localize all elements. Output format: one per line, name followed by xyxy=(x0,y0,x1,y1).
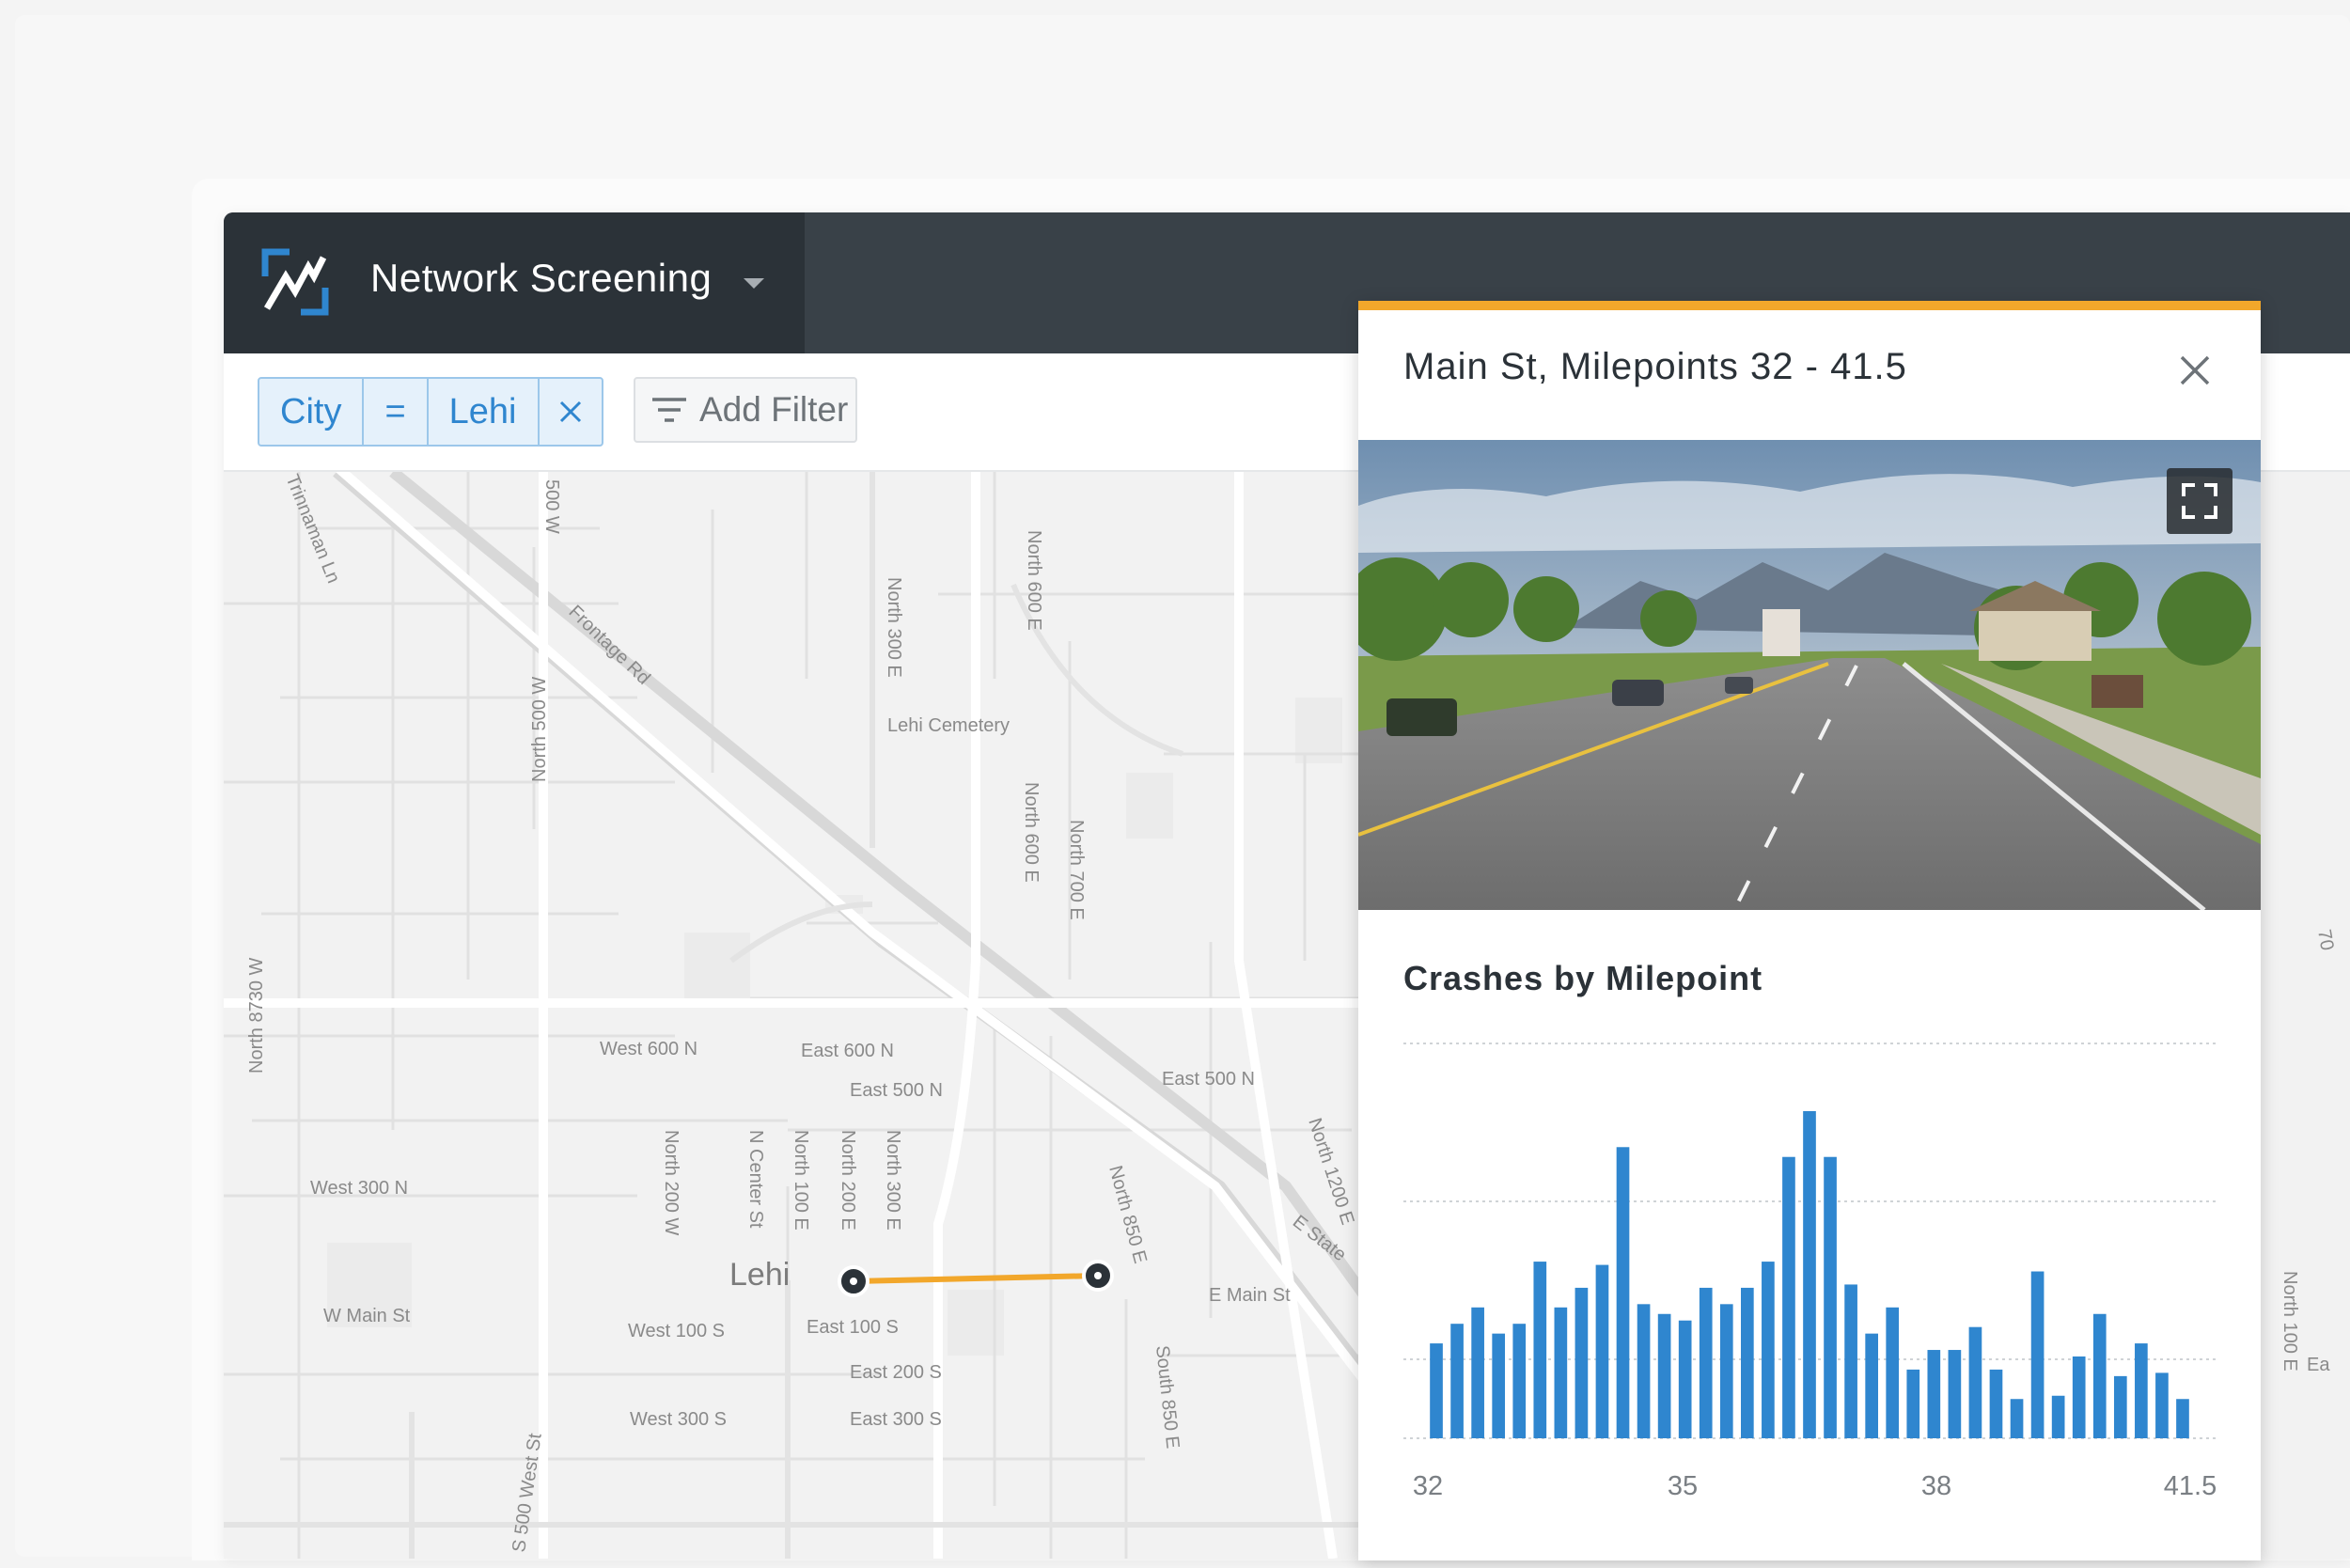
close-icon[interactable] xyxy=(2178,353,2212,387)
chart-bar[interactable] xyxy=(1906,1369,1920,1438)
street-label: East 500 N xyxy=(1162,1069,1255,1090)
chart-bar[interactable] xyxy=(2113,1375,2127,1438)
remove-filter-button[interactable] xyxy=(540,379,602,445)
chart-bar[interactable] xyxy=(2135,1343,2148,1438)
chart-bar[interactable] xyxy=(1512,1324,1527,1438)
chart-bar[interactable] xyxy=(1471,1307,1484,1438)
street-label: North 8730 W xyxy=(246,957,267,1074)
filter-icon xyxy=(652,398,686,422)
chart-bar[interactable] xyxy=(1968,1326,1982,1438)
street-label: 500 W xyxy=(541,479,562,534)
app-switcher[interactable]: Network Screening xyxy=(224,212,805,353)
street-label: North 100 E xyxy=(2280,1271,2300,1372)
street-label: East 500 N xyxy=(850,1080,943,1101)
chart-bar[interactable] xyxy=(1657,1313,1671,1438)
x-tick-label: 35 xyxy=(1668,1471,1698,1501)
chart-bar[interactable] xyxy=(1844,1284,1857,1438)
street-label: North 100 E xyxy=(791,1130,811,1231)
filter-field[interactable]: City xyxy=(259,379,365,445)
x-tick-label: 41.5 xyxy=(2164,1471,2217,1501)
filter-operator[interactable]: = xyxy=(364,379,429,445)
street-label: North 600 E xyxy=(1024,530,1044,631)
street-label: North 200 E xyxy=(838,1130,858,1231)
add-filter-label: Add Filter xyxy=(699,390,849,429)
map-place-label: Lehi xyxy=(729,1257,790,1293)
chart-bar[interactable] xyxy=(2010,1399,2024,1438)
panel-accent-bar xyxy=(1358,301,2261,310)
chart-bar[interactable] xyxy=(1782,1156,1795,1438)
street-label: East 100 S xyxy=(807,1317,899,1338)
chart-bar[interactable] xyxy=(2072,1356,2086,1438)
trend-chart-logo-icon xyxy=(261,248,329,316)
street-label: East 600 N xyxy=(801,1041,894,1061)
street-label: North 300 E xyxy=(883,1130,903,1231)
close-icon xyxy=(559,400,581,423)
street-label: West 100 S xyxy=(628,1321,725,1341)
chart-bar[interactable] xyxy=(1554,1307,1568,1438)
chart-bar[interactable] xyxy=(1989,1369,2003,1438)
chart-bar[interactable] xyxy=(2176,1399,2189,1438)
street-label: East 300 S xyxy=(850,1409,942,1430)
street-label: East 200 S xyxy=(850,1362,942,1383)
street-label: North 700 E xyxy=(1066,820,1087,920)
chart-title: Crashes by Milepoint xyxy=(1403,959,1763,997)
street-label: North 1200 E xyxy=(1304,1116,1357,1228)
chart-bar[interactable] xyxy=(1824,1156,1837,1438)
street-label: E Main St xyxy=(1209,1285,1291,1306)
chart-bar[interactable] xyxy=(1492,1333,1506,1438)
chart-bar[interactable] xyxy=(1574,1287,1589,1438)
chart-bar[interactable] xyxy=(2155,1372,2169,1438)
street-label: North 300 E xyxy=(884,577,904,678)
fullscreen-icon xyxy=(2182,483,2217,519)
chart-bar[interactable] xyxy=(1719,1304,1733,1438)
minor-streets xyxy=(224,472,1493,1559)
chart-bar[interactable] xyxy=(1803,1111,1816,1438)
segment-detail-panel: Main St, Milepoints 32 - 41.5 Crashes by… xyxy=(1358,301,2261,1560)
chart-bar[interactable] xyxy=(1948,1350,1962,1438)
street-label: Lehi Cemetery xyxy=(887,715,1010,736)
street-label: South 850 E xyxy=(1152,1344,1183,1450)
street-label: West 600 N xyxy=(600,1039,697,1059)
chart-bar[interactable] xyxy=(1762,1262,1775,1438)
x-tick-label: 32 xyxy=(1413,1471,1443,1501)
street-label: North 500 W xyxy=(529,677,550,782)
filter-chip-city[interactable]: City = Lehi xyxy=(258,377,603,447)
chart-bar[interactable] xyxy=(1450,1324,1464,1438)
chart-bar[interactable] xyxy=(1616,1147,1630,1438)
filter-value[interactable]: Lehi xyxy=(429,379,540,445)
add-filter-button[interactable]: Add Filter xyxy=(634,377,857,443)
chart-bar[interactable] xyxy=(2051,1395,2065,1438)
chart-bar[interactable] xyxy=(1595,1264,1609,1438)
street-label: West 300 S xyxy=(630,1409,727,1430)
crashes-bar-chart: 32 35 38 41.5 xyxy=(1403,1043,2217,1501)
street-label: Ea xyxy=(2307,1355,2330,1375)
street-label: North 600 E xyxy=(1021,782,1042,883)
street-photo xyxy=(1358,440,2261,910)
chart-bar[interactable] xyxy=(2092,1313,2107,1438)
street-label: North 200 W xyxy=(661,1130,682,1235)
chart-bar[interactable] xyxy=(1430,1343,1443,1438)
street-label: West 300 N xyxy=(310,1178,408,1199)
panel-title: Main St, Milepoints 32 - 41.5 xyxy=(1403,346,1907,387)
chart-bar[interactable] xyxy=(1886,1307,1900,1438)
street-label: N Center St xyxy=(745,1130,766,1229)
expand-image-button[interactable] xyxy=(2167,468,2232,534)
street-label: W Main St xyxy=(323,1306,411,1326)
chart-bar[interactable] xyxy=(1637,1304,1651,1438)
chart-bar[interactable] xyxy=(1699,1287,1713,1438)
chart-bar[interactable] xyxy=(1865,1333,1878,1438)
chevron-down-icon[interactable] xyxy=(744,278,764,289)
street-view-image[interactable] xyxy=(1358,440,2261,910)
street-label: 70 xyxy=(2313,928,2338,952)
chart-bar[interactable] xyxy=(1678,1320,1692,1438)
app-title: Network Screening xyxy=(370,256,713,300)
street-label: North 850 E xyxy=(1104,1164,1151,1266)
chart-bar[interactable] xyxy=(1533,1262,1547,1438)
chart-bar[interactable] xyxy=(1741,1287,1754,1438)
x-tick-label: 38 xyxy=(1921,1471,1951,1501)
chart-bar[interactable] xyxy=(2030,1271,2044,1438)
chart-bar[interactable] xyxy=(1927,1350,1941,1438)
